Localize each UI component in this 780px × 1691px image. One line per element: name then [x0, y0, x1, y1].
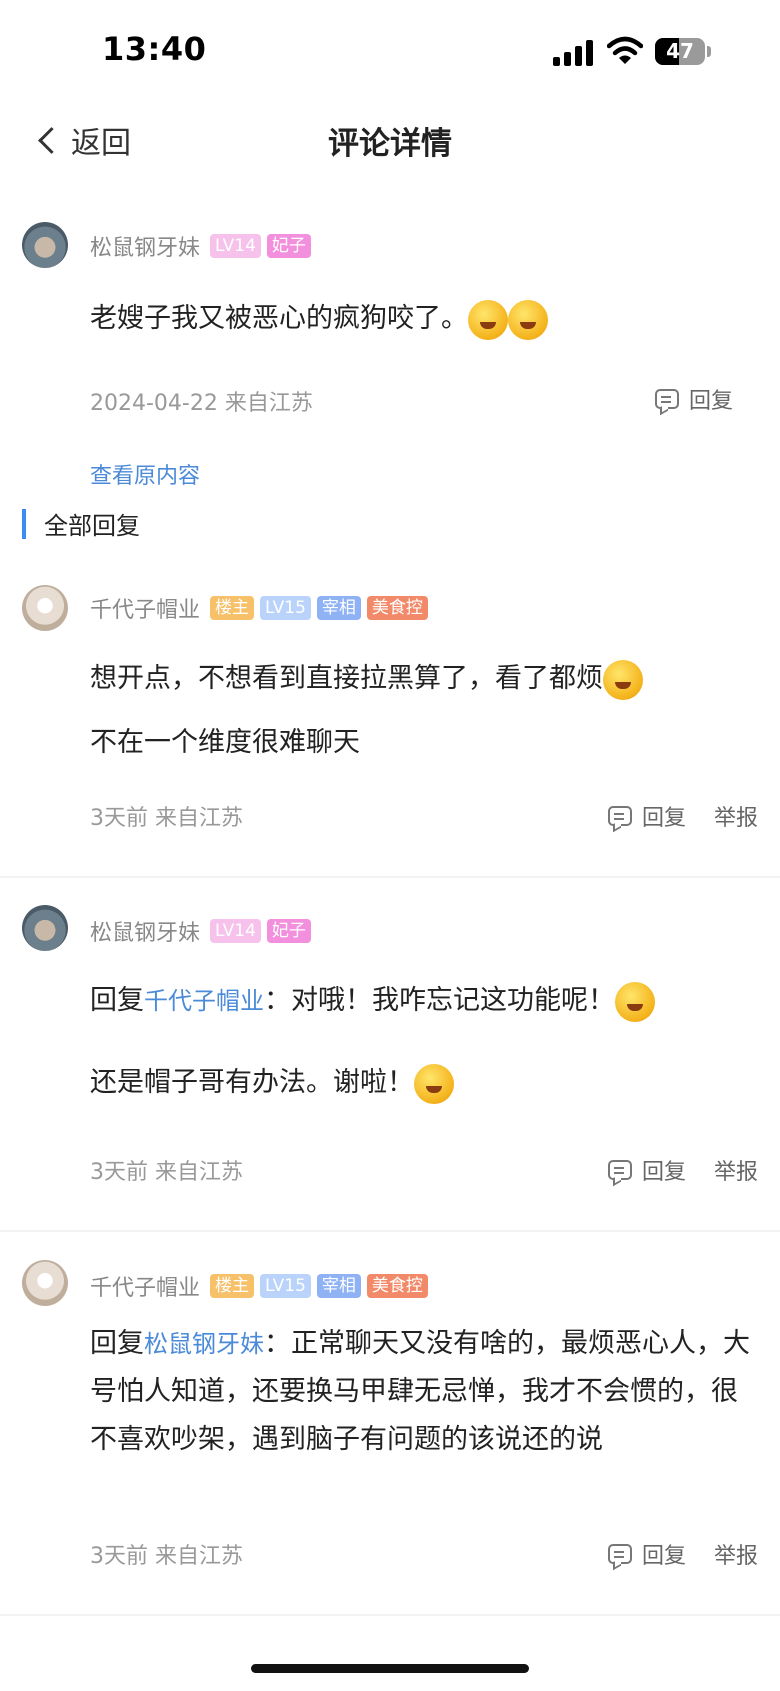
- report-button[interactable]: 举报: [714, 1154, 758, 1186]
- tag-badge: 美食控: [366, 596, 428, 620]
- thumbs-up-emoji-icon: [508, 299, 548, 340]
- reply-actions: 回复 举报: [608, 1154, 758, 1186]
- view-original-link[interactable]: 查看原内容: [90, 458, 200, 490]
- comment-icon: [655, 389, 679, 409]
- cellular-signal-icon: [553, 40, 595, 66]
- title-badge: 宰相: [316, 1274, 361, 1298]
- reply-actions: 回复 举报: [608, 1538, 758, 1570]
- reply-header: 千代子帽业 楼主 LV15 宰相 美食控: [90, 592, 428, 624]
- divider: [0, 1614, 780, 1616]
- section-header: 全部回复: [22, 506, 140, 541]
- reply-meta: 3天前 来自江苏: [90, 1544, 243, 1569]
- reply-meta: 3天前 来自江苏: [90, 1160, 243, 1185]
- nav-bar: 返回 评论详情: [0, 100, 780, 180]
- reply-actions: 回复 举报: [608, 800, 758, 832]
- report-button[interactable]: 举报: [714, 800, 758, 832]
- tag-badge: 美食控: [366, 1274, 428, 1298]
- title-badge: 宰相: [316, 596, 361, 620]
- comment-meta: 2024-04-22 来自江苏: [90, 391, 313, 416]
- report-button[interactable]: 举报: [714, 1538, 758, 1570]
- reply-text: 回复千代子帽业：对哦！我咋忘记这功能呢！: [90, 978, 740, 1024]
- comment-icon: [608, 1160, 632, 1180]
- username[interactable]: 千代子帽业: [90, 1270, 200, 1302]
- avatar[interactable]: [22, 1260, 68, 1306]
- avatar[interactable]: [22, 222, 68, 268]
- page-title: 评论详情: [328, 126, 452, 162]
- thumbs-up-emoji-icon: [468, 299, 508, 340]
- title-badge: 妃子: [266, 919, 311, 943]
- username[interactable]: 松鼠钢牙妹: [90, 915, 200, 947]
- reply-text: 回复松鼠钢牙妹：正常聊天又没有啥的，最烦恶心人，大号怕人知道，还要换马甲肆无忌惮…: [90, 1328, 750, 1455]
- username[interactable]: 松鼠钢牙妹: [90, 230, 200, 262]
- divider: [0, 876, 780, 878]
- battery-percent: 47: [666, 39, 694, 63]
- reply-text-line2: 不在一个维度很难聊天: [90, 727, 360, 758]
- battery-icon: 47: [655, 38, 705, 65]
- divider: [0, 1230, 780, 1232]
- comment-icon: [608, 1544, 632, 1564]
- level-badge: LV15: [260, 596, 311, 620]
- section-title: 全部回复: [44, 512, 140, 540]
- mention-link[interactable]: 松鼠钢牙妹: [144, 1330, 264, 1358]
- level-badge: LV14: [210, 234, 261, 258]
- reply-button[interactable]: 回复: [642, 800, 686, 832]
- reply-meta: 3天前 来自江苏: [90, 806, 243, 831]
- reply-text-line2: 还是帽子哥有办法。谢啦！: [90, 1060, 740, 1106]
- mention-link[interactable]: 千代子帽业: [144, 987, 264, 1015]
- level-badge: LV14: [210, 919, 261, 943]
- reply-header: 千代子帽业 楼主 LV15 宰相 美食控: [90, 1270, 428, 1302]
- reply-header: 松鼠钢牙妹 LV14 妃子: [90, 915, 311, 947]
- reply-button[interactable]: 回复: [642, 1538, 686, 1570]
- owner-badge: 楼主: [210, 596, 255, 620]
- owner-badge: 楼主: [210, 1274, 255, 1298]
- status-time: 13:40: [102, 30, 207, 68]
- home-indicator: [251, 1664, 529, 1673]
- username[interactable]: 千代子帽业: [90, 592, 200, 624]
- laughing-emoji-icon: [603, 659, 643, 700]
- comment-header: 松鼠钢牙妹 LV14 妃子: [90, 230, 311, 262]
- smirk-emoji-icon: [414, 1063, 454, 1104]
- avatar[interactable]: [22, 585, 68, 631]
- title-badge: 妃子: [266, 234, 311, 258]
- level-badge: LV15: [260, 1274, 311, 1298]
- wifi-icon: [607, 36, 643, 64]
- reply-button[interactable]: 回复: [655, 383, 733, 415]
- reply-text: 想开点，不想看到直接拉黑算了，看了都烦: [90, 656, 740, 702]
- reply-label: 回复: [689, 389, 734, 414]
- section-accent: [22, 508, 26, 539]
- reply-button[interactable]: 回复: [642, 1154, 686, 1186]
- avatar[interactable]: [22, 905, 68, 951]
- status-bar: 13:40 47: [0, 0, 780, 100]
- comment-icon: [608, 806, 632, 826]
- grinning-emoji-icon: [615, 981, 655, 1022]
- comment-text: 老嫂子我又被恶心的疯狗咬了。: [90, 296, 740, 342]
